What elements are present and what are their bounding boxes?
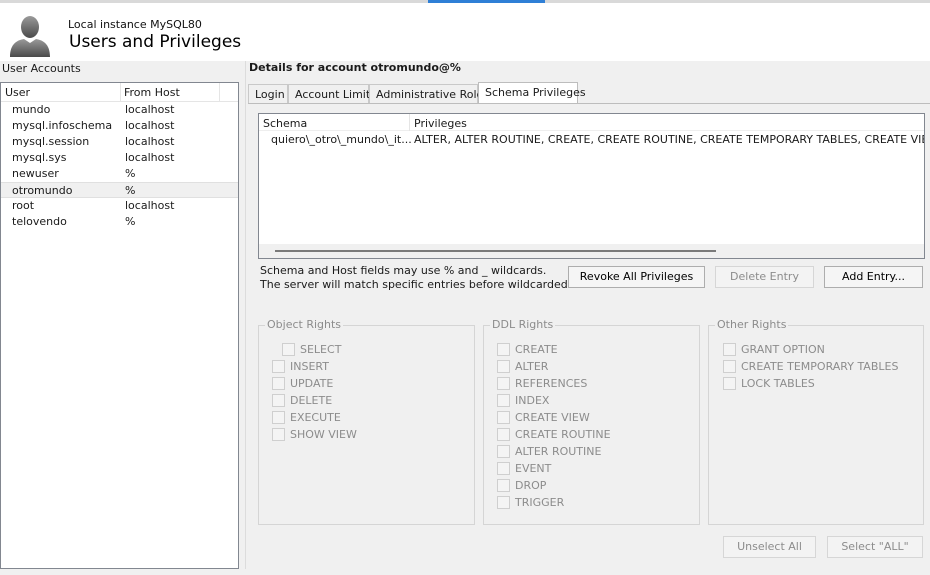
checkbox-label: GRANT OPTION	[741, 343, 825, 356]
user-list-row[interactable]: mysql.infoschema localhost	[1, 118, 238, 134]
checkbox-box[interactable]	[272, 360, 285, 373]
user-host-cell: %	[125, 184, 136, 197]
object-rights-legend: Object Rights	[265, 318, 344, 331]
other-rights-legend: Other Rights	[715, 318, 789, 331]
column-header-schema[interactable]: Schema	[263, 117, 307, 130]
checkbox-label: CREATE ROUTINE	[515, 428, 611, 441]
checkbox-box[interactable]	[272, 377, 285, 390]
checkbox-box[interactable]	[723, 360, 736, 373]
column-header-from-host[interactable]: From Host	[124, 86, 180, 99]
user-name-cell: telovendo	[12, 215, 67, 228]
checkbox-box[interactable]	[497, 377, 510, 390]
schema-grid-header: Schema Privileges	[259, 114, 924, 131]
schema-grid-row[interactable]: quiero\_otro\_mundo\_it... ALTER, ALTER …	[259, 131, 924, 148]
user-host-cell: localhost	[125, 103, 175, 116]
unselect-all-button[interactable]: Unselect All	[723, 536, 816, 558]
user-list-row[interactable]: mysql.session localhost	[1, 134, 238, 150]
schema-privileges-panel: Schema Privileges quiero\_otro\_mundo\_i…	[248, 103, 930, 569]
checkbox-label: EXECUTE	[290, 411, 341, 424]
user-name-cell: mysql.infoschema	[12, 119, 113, 132]
hint-line-1: Schema and Host fields may use % and _ w…	[260, 264, 547, 277]
user-accounts-list[interactable]: User From Host mundo localhost mysql.infos…	[0, 82, 239, 569]
revoke-all-privileges-button[interactable]: Revoke All Privileges	[568, 266, 705, 288]
checkbox-label: REFERENCES	[515, 377, 588, 390]
details-title: Details for account otromundo@%	[249, 61, 461, 74]
checkbox-label: EVENT	[515, 462, 552, 475]
horizontal-scrollbar[interactable]	[259, 244, 924, 258]
user-name-cell: mundo	[12, 103, 51, 116]
instance-name: Local instance MySQL80	[68, 18, 202, 31]
schema-privileges-grid[interactable]: Schema Privileges quiero\_otro\_mundo\_i…	[258, 113, 925, 259]
schema-cell: quiero\_otro\_mundo\_it...	[271, 133, 412, 146]
checkbox-box[interactable]	[272, 428, 285, 441]
user-host-cell: %	[125, 215, 136, 228]
checkbox-label: INSERT	[290, 360, 329, 373]
user-host-cell: localhost	[125, 119, 175, 132]
checkbox-label: CREATE VIEW	[515, 411, 590, 424]
checkbox-label: CREATE TEMPORARY TABLES	[741, 360, 899, 373]
checkbox-box[interactable]	[272, 394, 285, 407]
checkbox-box[interactable]	[723, 343, 736, 356]
user-list-row[interactable]: newuser%	[1, 166, 238, 182]
column-header-user[interactable]: User	[5, 86, 30, 99]
column-header-privileges[interactable]: Privileges	[414, 117, 467, 130]
user-host-cell: localhost	[125, 151, 175, 164]
select-all-button[interactable]: Select "ALL"	[827, 536, 923, 558]
user-name-cell: mysql.session	[12, 135, 90, 148]
user-list-row[interactable]: mundo localhost	[1, 102, 238, 118]
checkbox-box[interactable]	[497, 496, 510, 509]
tab-login[interactable]: Login	[248, 84, 288, 104]
add-entry-button[interactable]: Add Entry...	[824, 266, 923, 288]
user-list-row[interactable]: mysql.sys localhost	[1, 150, 238, 166]
user-accounts-label: User Accounts	[2, 62, 81, 75]
checkbox-label: CREATE	[515, 343, 558, 356]
page-title: Users and Privileges	[69, 32, 242, 52]
checkbox-box[interactable]	[497, 462, 510, 475]
user-list-header: User From Host	[1, 83, 238, 102]
user-avatar-icon	[10, 16, 50, 57]
ddl-rights-legend: DDL Rights	[490, 318, 556, 331]
user-host-cell: localhost	[125, 199, 175, 212]
checkbox-box[interactable]	[497, 411, 510, 424]
checkbox-box[interactable]	[497, 428, 510, 441]
delete-entry-button[interactable]: Delete Entry	[715, 266, 814, 288]
checkbox-label: DELETE	[290, 394, 333, 407]
checkbox-label: SELECT	[300, 343, 342, 356]
checkbox-label: INDEX	[515, 394, 550, 407]
user-host-cell: %	[125, 167, 136, 180]
checkbox-box[interactable]	[497, 343, 510, 356]
privileges-cell: ALTER, ALTER ROUTINE, CREATE, CREATE ROU…	[414, 133, 925, 146]
checkbox-box[interactable]	[497, 394, 510, 407]
checkbox-label: DROP	[515, 479, 547, 492]
tab-administrative-roles[interactable]: Administrative Roles	[369, 84, 489, 104]
user-list-row[interactable]: telovendo%	[1, 214, 238, 230]
user-host-cell: localhost	[125, 135, 175, 148]
checkbox-label: UPDATE	[290, 377, 334, 390]
checkbox-label: TRIGGER	[515, 496, 565, 509]
tab-account-limits[interactable]: Account Limits	[288, 84, 376, 104]
checkbox-box[interactable]	[497, 360, 510, 373]
checkbox-box[interactable]	[723, 377, 736, 390]
account-details-panel: Details for account otromundo@% Login Ac…	[245, 61, 930, 569]
user-name-cell: root	[12, 199, 35, 212]
checkbox-label: LOCK TABLES	[741, 377, 815, 390]
tab-schema-privileges[interactable]: Schema Privileges	[478, 82, 586, 104]
checkbox-box[interactable]	[282, 343, 295, 356]
user-name-cell: otromundo	[12, 184, 73, 197]
checkbox-label: ALTER ROUTINE	[515, 445, 602, 458]
user-list-row[interactable]: root localhost	[1, 198, 238, 214]
page-header: Local instance MySQL80 Users and Privile…	[0, 3, 930, 61]
checkbox-box[interactable]	[497, 445, 510, 458]
scrollbar-thumb[interactable]	[275, 250, 716, 252]
checkbox-box[interactable]	[497, 479, 510, 492]
checkbox-label: SHOW VIEW	[290, 428, 357, 441]
user-list-row[interactable]: otromundo%	[1, 182, 238, 198]
user-name-cell: newuser	[12, 167, 59, 180]
checkbox-label: ALTER	[515, 360, 549, 373]
hint-line-2: The server will match specific entries b…	[260, 278, 601, 291]
wildcard-hint: Schema and Host fields may use % and _ w…	[260, 264, 601, 292]
checkbox-box[interactable]	[272, 411, 285, 424]
user-name-cell: mysql.sys	[12, 151, 67, 164]
